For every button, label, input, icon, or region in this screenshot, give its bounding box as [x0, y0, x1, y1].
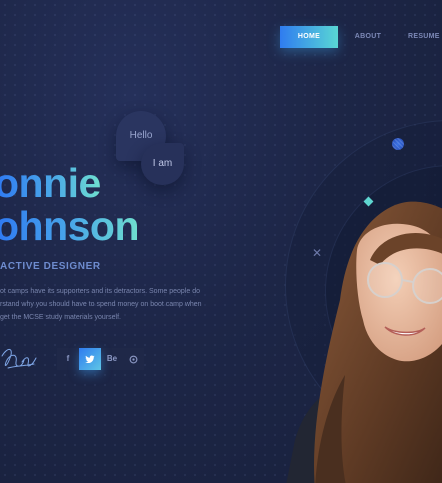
bio-line: ot camps have its supporters and its det…	[0, 288, 200, 295]
hero-bio: ot camps have its supporters and its det…	[0, 285, 225, 324]
portrait-photo	[286, 201, 442, 483]
i-am-speech-bubble: I am	[141, 143, 184, 185]
behance-icon[interactable]: Be	[101, 348, 123, 370]
hero-role: ACTIVE DESIGNER	[0, 261, 101, 272]
bio-line: rstand why you should have to spend mone…	[0, 301, 202, 308]
bio-line: get the MCSE study materials yourself.	[0, 314, 121, 321]
social-links: f Be	[57, 348, 144, 370]
nav-about[interactable]: ABOUT	[348, 26, 388, 48]
nav-home[interactable]: HOME	[280, 26, 338, 48]
facebook-icon[interactable]: f	[57, 348, 79, 370]
github-icon[interactable]	[122, 348, 144, 370]
hero-last-name: ohnson	[0, 206, 140, 247]
nav-resume[interactable]: RESUME	[408, 26, 442, 48]
portfolio-page: HOME ABOUT RESUME Hello I am onnie ohnso…	[0, 0, 442, 483]
signature-image	[1, 349, 37, 369]
decorative-circle	[392, 138, 404, 150]
twitter-icon[interactable]	[79, 348, 101, 370]
hero-first-name: onnie	[0, 163, 101, 204]
